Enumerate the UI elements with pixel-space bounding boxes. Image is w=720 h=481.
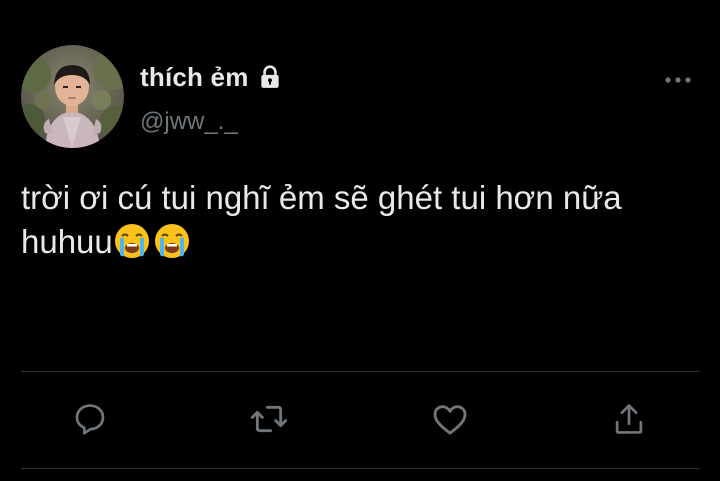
lock-icon	[257, 64, 283, 90]
share-button[interactable]	[606, 396, 652, 442]
loudly-crying-face-emoji	[113, 222, 151, 260]
loudly-crying-face-emoji	[153, 222, 191, 260]
share-icon	[615, 404, 643, 434]
more-options-button[interactable]	[662, 66, 694, 94]
like-button[interactable]	[427, 396, 473, 442]
reply-button[interactable]	[67, 396, 113, 442]
divider	[21, 468, 700, 469]
retweet-icon	[250, 405, 288, 433]
tweet-text: trời ơi cú tui nghĩ ẻm sẽ ghét tui hơn n…	[21, 176, 711, 264]
more-horizontal-icon	[665, 77, 691, 83]
action-bar	[0, 396, 720, 446]
avatar[interactable]	[21, 45, 124, 148]
author-name-row: thích ẻm	[140, 60, 283, 94]
user-handle[interactable]: @jww_._	[140, 108, 238, 136]
retweet-button[interactable]	[246, 396, 292, 442]
reply-icon	[75, 404, 105, 435]
tweet[interactable]: thích ẻm @jww_._ trời ơi cú tui nghĩ ẻm …	[0, 0, 720, 481]
heart-icon	[433, 405, 467, 435]
display-name[interactable]: thích ẻm	[140, 62, 249, 93]
divider	[21, 371, 700, 372]
